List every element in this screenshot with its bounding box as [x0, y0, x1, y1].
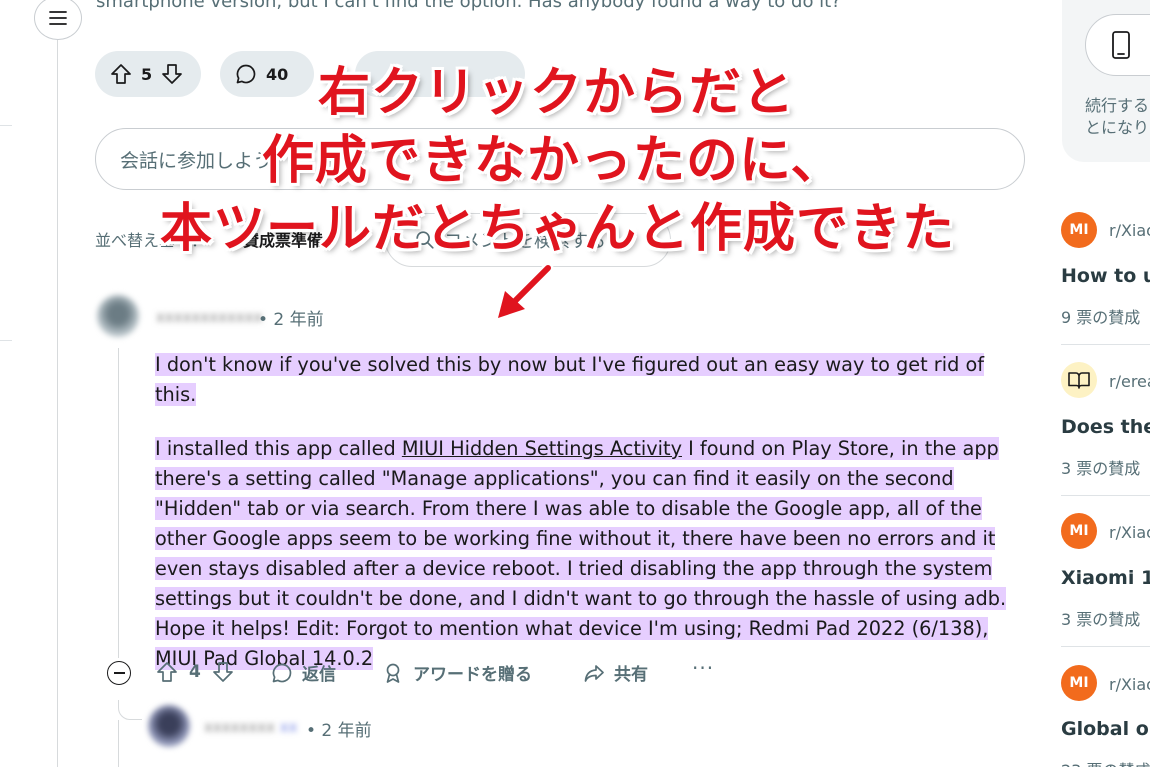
award-label: アワードを贈る — [413, 665, 532, 685]
promo-text-line: 続行する — [1085, 96, 1150, 115]
reply-label: 返信 — [302, 665, 336, 685]
post-vote-count: 5 — [141, 64, 153, 84]
related-post-votes: 23 票の賛成 — [1061, 757, 1150, 767]
thread-line — [57, 40, 58, 767]
award-button[interactable]: アワードを贈る — [381, 660, 532, 685]
related-post-title[interactable]: Xiaomi 14 — [1061, 567, 1150, 589]
collapse-thread-button[interactable] — [107, 661, 131, 685]
promo-text-line: とになり — [1085, 118, 1150, 137]
app-link[interactable]: MIUI Hidden Settings Activity — [402, 437, 682, 460]
upvote-icon[interactable] — [109, 62, 133, 86]
subreddit-name[interactable]: r/Xiao — [1109, 675, 1150, 694]
left-divider — [0, 340, 12, 341]
post-text: smartphone version, but I can't find the… — [96, 0, 841, 12]
hamburger-menu-icon — [49, 11, 67, 25]
xiaomi-logo-icon[interactable]: MI — [1061, 665, 1097, 701]
comment-paragraph: I don't know if you've solved this by no… — [155, 353, 985, 406]
related-post-votes: 9 票の賛成 — [1061, 308, 1141, 327]
annotation-line-3: 本ツールだとちゃんと作成できた — [160, 199, 956, 259]
menu-button[interactable] — [34, 0, 82, 40]
share-icon — [584, 664, 604, 682]
more-options-button[interactable]: ··· — [692, 656, 714, 680]
annotation-arrow-icon — [495, 262, 554, 321]
subreddit-name[interactable]: r/ereа — [1109, 372, 1150, 391]
open-app-button[interactable] — [1085, 14, 1150, 76]
promo-text: 続行する とになり — [1085, 95, 1149, 139]
avatar[interactable] — [97, 295, 139, 337]
thread-line — [118, 348, 119, 658]
related-post-votes: 3 票の賛成 — [1061, 610, 1141, 629]
comment-vote-count: 4 — [189, 662, 201, 682]
thread-line — [118, 700, 142, 720]
subreddit-name[interactable]: r/Xiao — [1109, 523, 1150, 542]
related-post-title[interactable]: Does the — [1061, 416, 1150, 438]
avatar[interactable] — [148, 705, 190, 747]
share-button[interactable]: 共有 — [582, 660, 648, 685]
downvote-icon[interactable] — [211, 660, 235, 684]
comment-icon — [236, 64, 256, 84]
book-icon[interactable] — [1061, 362, 1097, 398]
username-redacted[interactable]: xxxxxxxxxxxx — [156, 308, 263, 326]
comment-time: • 2 年前 — [258, 310, 324, 330]
comment-text: I found on Play Store, in the app there'… — [155, 437, 1007, 670]
related-post-title[interactable]: Global or — [1061, 718, 1150, 740]
related-post-votes: 3 票の賛成 — [1061, 459, 1141, 478]
xiaomi-logo-icon[interactable]: MI — [1061, 212, 1097, 248]
reply-button[interactable]: 返信 — [270, 660, 336, 685]
comment-body: I don't know if you've solved this by no… — [155, 350, 1015, 698]
divider — [1061, 344, 1150, 345]
comment-vote-group: 4 — [155, 660, 235, 684]
share-label: 共有 — [614, 665, 648, 685]
phone-icon — [1112, 31, 1130, 59]
comment-text: I installed this app called — [155, 437, 402, 460]
xiaomi-logo-icon[interactable]: MI — [1061, 513, 1097, 549]
reply-time: • 2 年前 — [306, 721, 372, 741]
left-divider — [0, 125, 12, 126]
award-icon — [386, 663, 400, 683]
post-vote-pill: 5 — [95, 51, 201, 97]
conversation-placeholder: 会話に参加しよう — [120, 149, 273, 172]
related-post-title[interactable]: How to u — [1061, 265, 1150, 287]
upvote-icon[interactable] — [155, 660, 179, 684]
post-comments-button[interactable]: 40 — [220, 51, 314, 97]
thread-line — [118, 720, 119, 767]
downvote-icon[interactable] — [160, 62, 184, 86]
divider — [1061, 495, 1150, 496]
divider — [1061, 646, 1150, 647]
annotation-line-1: 右クリックからだと — [318, 63, 796, 123]
subreddit-name[interactable]: r/Xiao — [1109, 221, 1150, 240]
username-redacted[interactable]: xxxxxxxx xx — [204, 718, 298, 736]
comment-icon — [272, 663, 292, 682]
annotation-line-2: 作成できなかったのに、 — [262, 131, 844, 191]
post-comment-count: 40 — [266, 64, 289, 84]
